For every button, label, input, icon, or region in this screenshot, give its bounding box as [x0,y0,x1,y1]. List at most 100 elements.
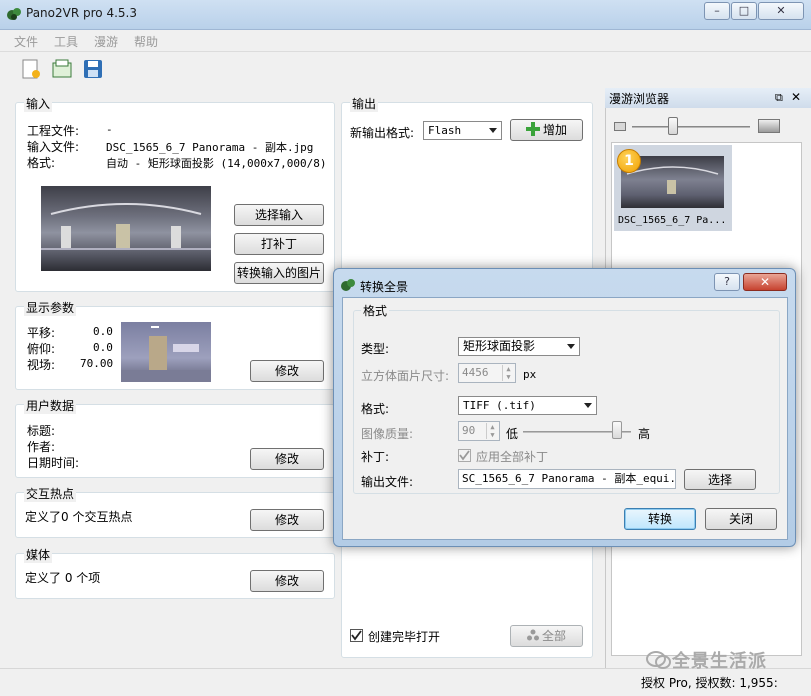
close-panel-icon[interactable]: ✕ [791,90,801,104]
add-output-label: 增加 [542,123,567,137]
output-file-input[interactable]: SC_1565_6_7 Panorama - 副本_equi.tif [458,469,676,489]
quality-high-label: 高 [638,427,651,441]
plus-icon [525,122,540,136]
all-button-label: 全部 [541,629,566,643]
close-window-button[interactable]: ✕ [758,2,804,20]
chevron-down-icon [489,128,497,133]
input-group-label: 输入 [24,95,53,112]
cube-size-label: 立方体面片尺寸: [361,369,450,383]
input-file-value: DSC_1565_6_7 Panorama - 副本.jpg [106,141,314,154]
dialog-help-button[interactable]: ? [714,273,740,291]
toolbar [0,52,811,88]
quality-label: 图像质量: [361,427,414,441]
output-format-value: Flash [428,124,462,137]
license-status: 授权 Pro, 授权数: 1,955: [641,676,778,690]
pan-value: 0.0 [93,325,113,338]
zoom-in-icon[interactable] [758,119,780,133]
format-value: 自动 - 矩形球面投影 (14,000x7,000/8) [106,157,327,170]
format-label: 格式: [27,156,56,170]
menu-bar: 文件 工具 漫游 帮助 [0,30,811,52]
open-after-checkbox[interactable] [350,629,363,642]
menu-tools[interactable]: 工具 [54,33,78,50]
output-format-dialog-value: TIFF (.tif) [463,399,536,412]
userdata-modify-button[interactable]: 修改 [250,448,324,470]
cube-size-value: 4456 [462,366,489,379]
stepper-icon: ▲ ▼ [502,365,514,381]
user-data-label: 用户数据 [24,397,77,414]
menu-file[interactable]: 文件 [14,33,38,50]
save-project-icon[interactable] [82,58,104,80]
tour-item-badge: 1 [617,149,641,173]
title-label: 标题: [27,424,56,438]
pan-label: 平移: [27,326,56,340]
fov-label: 视场: [27,358,56,372]
output-file-value: SC_1565_6_7 Panorama - 副本_equi.tif [462,472,676,485]
quality-slider-handle[interactable] [612,421,622,439]
datetime-label: 日期时间: [27,456,80,470]
stepper-icon: ▲ ▼ [486,423,498,439]
all-button[interactable]: 全部 [510,625,583,647]
output-group-label: 输出 [350,95,379,112]
display-modify-button[interactable]: 修改 [250,360,324,382]
type-value: 矩形球面投影 [463,339,536,353]
apply-patches-checkbox[interactable] [458,449,471,462]
media-label: 媒体 [24,546,53,563]
watermark-text: 全景生活派 [672,651,767,672]
project-file-value: - [106,123,113,136]
slider-handle[interactable] [668,117,678,135]
zoom-out-icon[interactable] [614,122,626,131]
tour-browser-header: 漫游浏览器 ⧉ ✕ [605,88,811,108]
quality-value: 90 [462,424,476,437]
thumbnail-size-slider[interactable] [632,126,750,128]
author-label: 作者: [27,440,56,454]
dialog-close-button[interactable]: ✕ [743,273,787,291]
window-title: Pano2VR pro 4.5.3 [26,6,137,20]
minimize-button[interactable]: – [704,2,730,20]
dialog-app-icon [340,277,356,293]
close-dialog-button[interactable]: 关闭 [705,508,777,530]
type-label: 类型: [361,342,390,356]
convert-button[interactable]: 转换 [624,508,696,530]
tilt-label: 俯仰: [27,342,56,356]
cube-size-unit: px [523,368,537,381]
maximize-button[interactable]: □ [731,2,757,20]
dialog-body: 格式 类型: 矩形球面投影 立方体面片尺寸: 4456 ▲ ▼ px 格式: TI… [342,297,788,540]
media-modify-button[interactable]: 修改 [250,570,324,592]
type-select[interactable]: 矩形球面投影 [458,337,580,356]
fov-value: 70.00 [80,357,114,370]
cube-size-input[interactable]: 4456 ▲ ▼ [458,363,516,383]
float-panel-icon[interactable]: ⧉ [775,91,783,105]
tour-item[interactable]: 1 DSC_1565_6_7 Pa... [614,145,732,231]
network-icon [526,627,539,641]
quality-input[interactable]: 90 ▲ ▼ [458,421,500,441]
output-format-dialog-select[interactable]: TIFF (.tif) [458,396,597,415]
select-input-button[interactable]: 选择输入 [234,204,324,226]
open-project-icon[interactable] [51,58,73,80]
convert-input-button[interactable]: 转换输入的图片 [234,262,324,284]
tour-item-badge-number: 1 [624,153,634,169]
choose-output-button[interactable]: 选择 [684,469,756,490]
new-project-icon[interactable] [20,58,42,80]
apply-patches-label: 应用全部补丁 [476,450,549,464]
convert-dialog: 转换全景 ? ✕ 格式 类型: 矩形球面投影 立方体面片尺寸: 4456 ▲ ▼ … [333,268,796,547]
media-count: 定义了 0 个项 [25,571,101,585]
new-output-format-label: 新输出格式: [350,126,415,140]
view-preview-image [121,322,211,382]
input-file-label: 输入文件: [27,140,80,154]
menu-tour[interactable]: 漫游 [94,33,118,50]
add-output-button[interactable]: 增加 [510,119,583,141]
project-file-label: 工程文件: [27,124,80,138]
output-format-select[interactable]: Flash [423,121,502,140]
patch-label: 补丁: [361,450,390,464]
menu-help[interactable]: 帮助 [134,33,158,50]
app-icon [6,6,22,22]
tour-browser-title: 漫游浏览器 [609,92,670,106]
output-format-label: 格式: [361,402,390,416]
dialog-title: 转换全景 [360,280,409,294]
open-after-label: 创建完毕打开 [368,630,441,644]
hotspots-modify-button[interactable]: 修改 [250,509,324,531]
chevron-down-icon [584,403,592,408]
patch-button[interactable]: 打补丁 [234,233,324,255]
watermark: 全景生活派 [646,647,767,673]
hotspots-label: 交互热点 [24,485,77,502]
